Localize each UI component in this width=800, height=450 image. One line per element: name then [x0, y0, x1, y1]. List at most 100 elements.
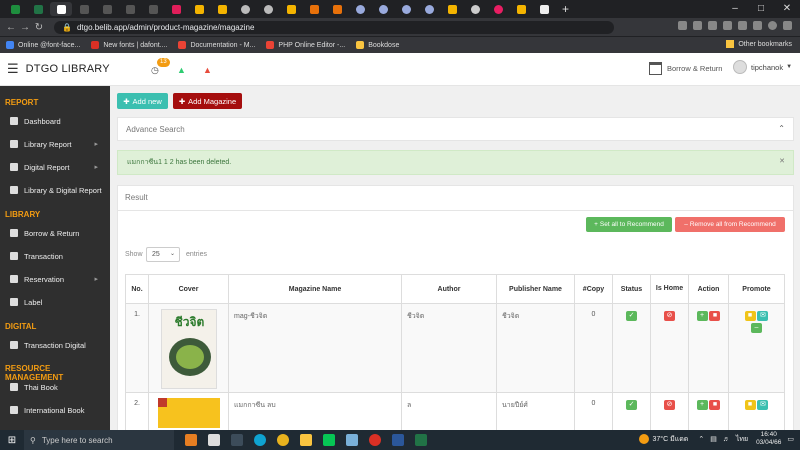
browser-tab[interactable]	[349, 2, 371, 16]
mail-icon[interactable]: ✉	[757, 400, 769, 410]
column-header[interactable]: Author	[401, 274, 497, 304]
new-tab-button[interactable]: +	[562, 2, 569, 16]
column-header[interactable]: Status	[612, 274, 651, 304]
browser-tab[interactable]	[4, 2, 26, 16]
chrome-icon[interactable]	[277, 434, 289, 446]
windows-start-icon[interactable]: ⊞	[0, 435, 24, 446]
browser-tab[interactable]	[533, 2, 555, 16]
extension-icon[interactable]	[738, 21, 747, 30]
add-new-button[interactable]: ✚ Add new	[117, 93, 168, 109]
browser-tab[interactable]	[119, 2, 141, 16]
browser-tab[interactable]	[326, 2, 348, 16]
browser-tab[interactable]	[96, 2, 118, 16]
extension-icon[interactable]	[708, 21, 717, 30]
column-header[interactable]: No.	[125, 274, 149, 304]
browser-tab[interactable]	[142, 2, 164, 16]
extension-icon[interactable]	[753, 21, 762, 30]
sidebar-item-transaction-digital[interactable]: Transaction Digital	[0, 334, 110, 356]
edit-icon[interactable]: +	[696, 400, 708, 410]
bookmark-item[interactable]: Documentation - M...	[178, 41, 255, 49]
browser-tab[interactable]	[510, 2, 532, 16]
sidebar-item-library-digital-report[interactable]: Library & Digital Report	[0, 179, 110, 201]
column-header[interactable]: Is Home	[650, 274, 689, 304]
sidebar-item-library-report[interactable]: Library Report ▸	[0, 133, 110, 155]
sidebar-item-thai-book[interactable]: Thai Book	[0, 376, 110, 398]
minimize-icon[interactable]: –	[722, 0, 748, 18]
magazine-name-cell[interactable]: mag-ชีวจิต	[228, 303, 402, 393]
star-icon[interactable]	[693, 21, 702, 30]
column-header[interactable]: Promote	[728, 274, 785, 304]
browser-tab[interactable]	[27, 2, 49, 16]
maximize-icon[interactable]: □	[748, 0, 774, 18]
share-icon[interactable]	[678, 21, 687, 30]
edit-icon[interactable]: +	[696, 311, 708, 321]
tray-chevron-icon[interactable]: ⌃	[698, 435, 704, 443]
set-all-recommend-button[interactable]: + Set all to Recommend	[586, 217, 672, 232]
reload-icon[interactable]: ↻	[32, 22, 46, 33]
bookmark-item[interactable]: New fonts | dafont....	[91, 41, 167, 49]
entries-select[interactable]: 25 ⌄	[146, 247, 180, 262]
browser-tab[interactable]	[464, 2, 486, 16]
taskbar-search-input[interactable]: ⚲ Type here to search	[24, 430, 174, 450]
browser-tab[interactable]	[211, 2, 233, 16]
task-view-icon[interactable]	[185, 434, 197, 446]
browser-tab[interactable]	[303, 2, 325, 16]
bookmark-item[interactable]: Bookdose	[356, 41, 399, 49]
promote-icon[interactable]: ■	[744, 400, 756, 410]
folder-icon[interactable]	[300, 434, 312, 446]
menu-dots-icon[interactable]	[783, 21, 792, 30]
edge-icon[interactable]	[254, 434, 266, 446]
remove-all-recommend-button[interactable]: – Remove all from Recommend	[675, 217, 785, 232]
ban-icon[interactable]: ⊘	[664, 311, 675, 321]
other-bookmarks[interactable]: Other bookmarks	[726, 40, 792, 48]
photos-icon[interactable]	[346, 434, 358, 446]
forward-icon[interactable]: →	[18, 22, 32, 33]
weather-text[interactable]: 37°C มีแดด	[653, 434, 689, 445]
browser-tab[interactable]	[280, 2, 302, 16]
network-icon[interactable]: ▤	[710, 435, 717, 443]
sidebar-item-label[interactable]: Label	[0, 291, 110, 313]
bell-red-icon[interactable]: ▲	[203, 65, 212, 75]
sidebar-item-borrow-return[interactable]: Borrow & Return	[0, 222, 110, 244]
column-header[interactable]: Magazine Name	[228, 274, 402, 304]
widgets-icon[interactable]	[208, 434, 220, 446]
promote-icon[interactable]: ■	[744, 311, 756, 321]
url-input[interactable]: 🔒 dtgo.belib.app/admin/product-magazine/…	[54, 20, 614, 34]
sidebar-item-dashboard[interactable]: Dashboard	[0, 110, 110, 132]
advance-search-panel[interactable]: Advance Search ⌃	[117, 117, 794, 141]
bell-green-icon[interactable]: ▲	[177, 65, 186, 75]
column-header[interactable]: Action	[688, 274, 729, 304]
profile-icon[interactable]	[768, 21, 777, 30]
notification-icon[interactable]: ▭	[787, 435, 794, 443]
extension-icon[interactable]	[723, 21, 732, 30]
check-icon[interactable]: ✓	[626, 311, 637, 321]
explorer-icon[interactable]	[231, 434, 243, 446]
delete-icon[interactable]: ■	[709, 400, 721, 410]
browser-tab[interactable]	[234, 2, 256, 16]
excel-icon[interactable]	[415, 434, 427, 446]
minus-icon[interactable]: –	[751, 323, 762, 333]
borrow-return-link[interactable]: Borrow & Return	[649, 62, 722, 75]
sidebar-item-international-book[interactable]: International Book	[0, 399, 110, 421]
browser-tab[interactable]	[441, 2, 463, 16]
column-header[interactable]: #Copy	[574, 274, 613, 304]
word-icon[interactable]	[392, 434, 404, 446]
browser-tab[interactable]	[165, 2, 187, 16]
column-header[interactable]: Cover	[148, 274, 229, 304]
bookmark-item[interactable]: PHP Online Editor -...	[266, 41, 345, 49]
close-icon[interactable]: ✕	[774, 0, 800, 18]
browser-tab[interactable]	[257, 2, 279, 16]
language-indicator[interactable]: ไทย	[736, 434, 748, 445]
browser-tab[interactable]	[418, 2, 440, 16]
chrome-active-icon[interactable]	[369, 434, 381, 446]
browser-tab[interactable]	[372, 2, 394, 16]
ban-icon[interactable]: ⊘	[664, 400, 675, 410]
column-header[interactable]: Publisher Name	[496, 274, 575, 304]
check-icon[interactable]: ✓	[626, 400, 637, 410]
magazine-name-cell[interactable]: แมกกาซีน ลบ	[228, 392, 402, 430]
browser-tab[interactable]	[73, 2, 95, 16]
mail-icon[interactable]: ✉	[757, 311, 769, 321]
clock-icon[interactable]: ◷	[151, 65, 159, 76]
volume-icon[interactable]: ♬	[723, 436, 730, 443]
add-magazine-button[interactable]: ✚ Add Magazine	[173, 93, 242, 109]
